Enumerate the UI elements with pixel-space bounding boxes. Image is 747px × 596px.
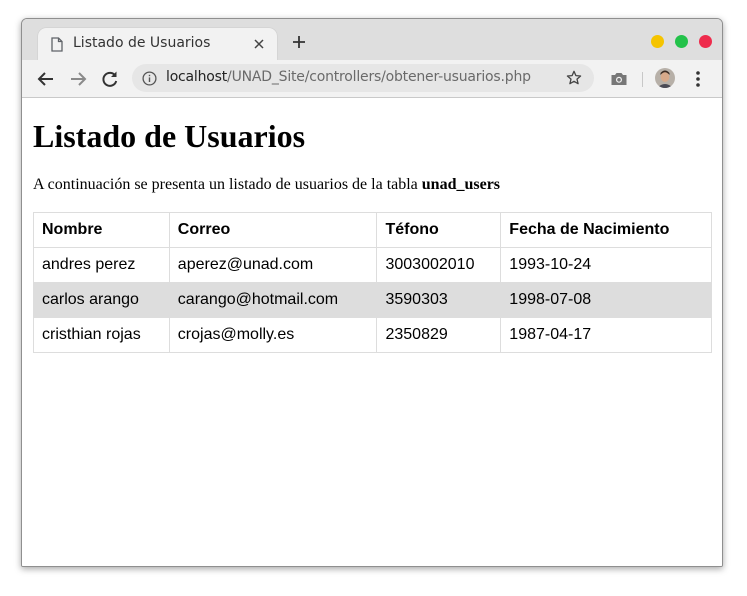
cell-correo: aperez@unad.com [168, 247, 378, 283]
close-icon[interactable] [253, 38, 265, 50]
column-header-fecha: Fecha de Nacimiento [500, 212, 712, 248]
url-host: localhost [166, 69, 228, 85]
cell-correo: crojas@molly.es [168, 317, 378, 353]
cell-nombre: cristhian rojas [33, 317, 170, 353]
toolbar-divider [642, 72, 643, 87]
table-row: carlos arango carango@hotmail.com 359030… [33, 282, 712, 318]
table-header-row: Nombre Correo Téfono Fecha de Nacimiento [33, 212, 712, 248]
column-header-correo: Correo [168, 212, 378, 248]
close-window-button[interactable] [699, 35, 712, 48]
cell-correo: carango@hotmail.com [168, 282, 378, 318]
column-header-nombre: Nombre [33, 212, 170, 248]
users-table: Nombre Correo Téfono Fecha de Nacimiento… [33, 212, 712, 353]
tab-title: Listado de Usuarios [73, 35, 211, 51]
url-text[interactable]: localhost/UNAD_Site/controllers/obtener-… [166, 69, 531, 85]
cell-telefono: 2350829 [376, 317, 502, 353]
url-path: /UNAD_Site/controllers/obtener-usuarios.… [227, 69, 531, 85]
tab-listado-usuarios[interactable]: Listado de Usuarios [38, 28, 277, 60]
avatar[interactable] [655, 68, 675, 88]
cell-fecha: 1998-07-08 [500, 282, 712, 318]
browser-toolbar: localhost/UNAD_Site/controllers/obtener-… [22, 60, 722, 98]
cell-fecha: 1993-10-24 [500, 247, 712, 283]
back-icon[interactable] [36, 69, 56, 89]
maximize-window-button[interactable] [675, 35, 688, 48]
new-tab-icon[interactable] [292, 35, 306, 49]
cell-telefono: 3003002010 [376, 247, 502, 283]
cell-nombre: andres perez [33, 247, 170, 283]
table-row: andres perez aperez@unad.com 3003002010 … [33, 247, 712, 283]
page-title: Listado de Usuarios [33, 118, 306, 154]
page-content: Listado de Usuarios A continuación se pr… [22, 98, 722, 566]
forward-icon[interactable] [68, 69, 88, 89]
menu-icon[interactable] [690, 69, 706, 89]
intro-paragraph: A continuación se presenta un listado de… [33, 176, 500, 194]
intro-text: A continuación se presenta un listado de… [33, 176, 422, 193]
intro-table-name: unad_users [421, 176, 501, 193]
reload-icon[interactable] [100, 69, 120, 89]
cell-nombre: carlos arango [33, 282, 170, 318]
table-row: cristhian rojas crojas@molly.es 2350829 … [33, 317, 712, 353]
minimize-window-button[interactable] [651, 35, 664, 48]
browser-window: Listado de Usuarios localhost/UNAD_Site/… [21, 18, 723, 567]
info-icon[interactable] [142, 71, 157, 86]
star-icon[interactable] [566, 70, 582, 86]
cell-telefono: 3590303 [376, 282, 502, 318]
column-header-telefono: Téfono [376, 212, 502, 248]
address-bar[interactable]: localhost/UNAD_Site/controllers/obtener-… [132, 64, 594, 92]
cell-fecha: 1987-04-17 [500, 317, 712, 353]
tab-strip: Listado de Usuarios [22, 19, 722, 60]
camera-icon[interactable] [610, 71, 628, 87]
document-icon [51, 37, 63, 52]
